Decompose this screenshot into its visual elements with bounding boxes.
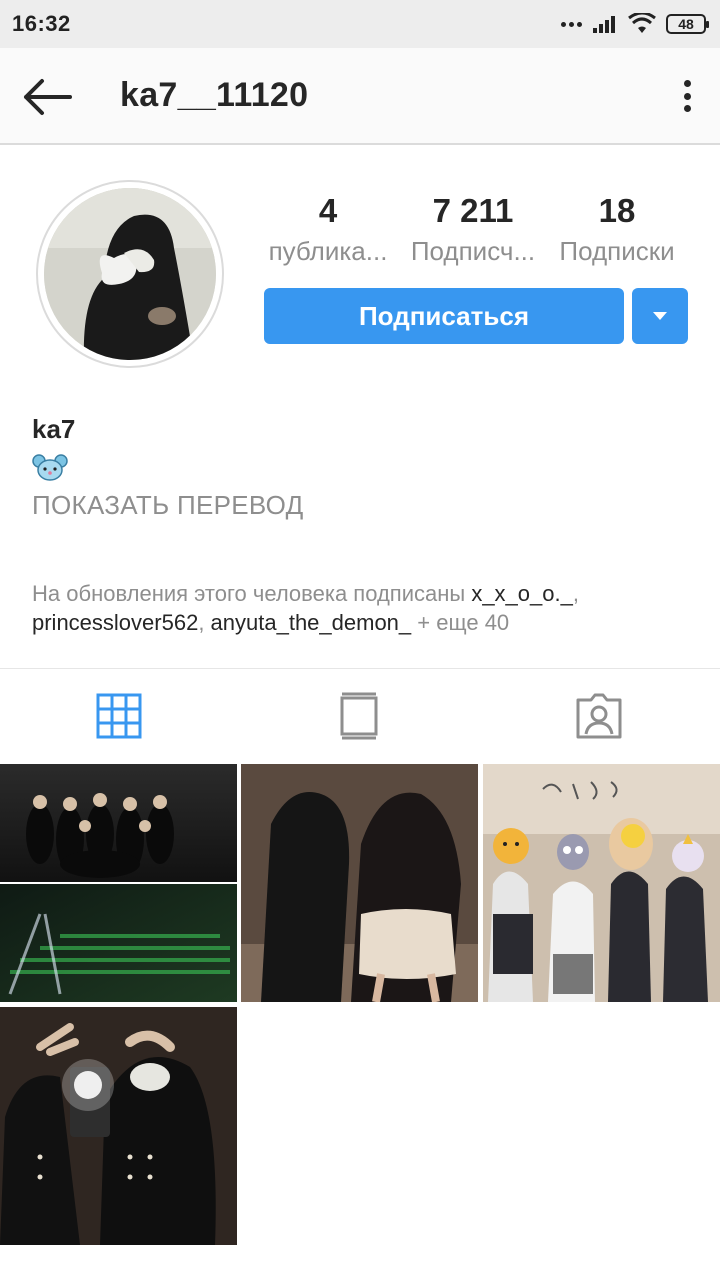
battery-icon: 48 [666, 14, 709, 34]
followed-by-user-1[interactable]: x_x_o_o._ [471, 581, 573, 606]
back-button[interactable] [18, 72, 76, 122]
follow-button[interactable]: Подписаться [264, 288, 624, 344]
followed-by-prefix: На обновления этого человека подписаны [32, 581, 472, 606]
chevron-down-icon [653, 312, 667, 320]
divider [0, 668, 720, 669]
followed-by-more[interactable]: + еще 40 [417, 610, 509, 635]
following-count: 18 [598, 192, 636, 229]
status-icons: 48 [561, 12, 709, 36]
following-label: Подписки [559, 236, 675, 266]
followers-label: Подписч... [410, 236, 536, 266]
signal-icon [593, 16, 615, 33]
tagged-person-icon [576, 693, 622, 739]
stat-followers[interactable]: 7 211 Подписч... [404, 192, 542, 267]
profile-avatar[interactable] [36, 180, 224, 368]
app-bar: ka7__11120 [0, 48, 720, 145]
mouse-face-emoji [32, 452, 68, 482]
tab-feed[interactable] [334, 690, 384, 742]
more-options-button[interactable] [676, 76, 698, 116]
followed-by-user-3[interactable]: anyuta_the_demon_ [211, 610, 412, 635]
tab-tagged[interactable] [574, 690, 624, 742]
stat-posts[interactable]: 4 публика... [264, 192, 392, 267]
status-time: 16:32 [12, 11, 71, 36]
posts-label: публика... [268, 236, 388, 266]
battery-level: 48 [678, 16, 694, 32]
book-icon [340, 692, 378, 740]
status-bar: 16:32 48 [0, 0, 720, 48]
followers-count: 7 211 [432, 192, 514, 229]
profile-name: ka7 [32, 414, 76, 444]
show-translation-link[interactable]: ПОКАЗАТЬ ПЕРЕВОД [32, 490, 304, 521]
stat-following[interactable]: 18 Подписки [550, 192, 684, 267]
followed-by-text: На обновления этого человека подписаны x… [32, 581, 579, 635]
suggestions-dropdown-button[interactable] [632, 288, 688, 344]
wifi-icon [628, 13, 656, 33]
tab-grid[interactable] [94, 690, 144, 742]
grid-icon [96, 693, 142, 739]
post-thumbnail[interactable] [0, 1007, 237, 1245]
posts-count: 4 [318, 192, 338, 229]
followed-by-user-2[interactable]: princesslover562 [32, 610, 198, 635]
arrow-left-icon [24, 79, 72, 115]
page-title: ka7__11120 [120, 76, 309, 114]
post-thumbnail[interactable] [483, 764, 720, 1002]
dots-icon [561, 21, 582, 27]
post-thumbnail[interactable] [0, 764, 237, 1002]
avatar-image [44, 188, 216, 360]
post-thumbnail[interactable] [241, 764, 478, 1002]
more-vertical-icon [683, 80, 691, 87]
